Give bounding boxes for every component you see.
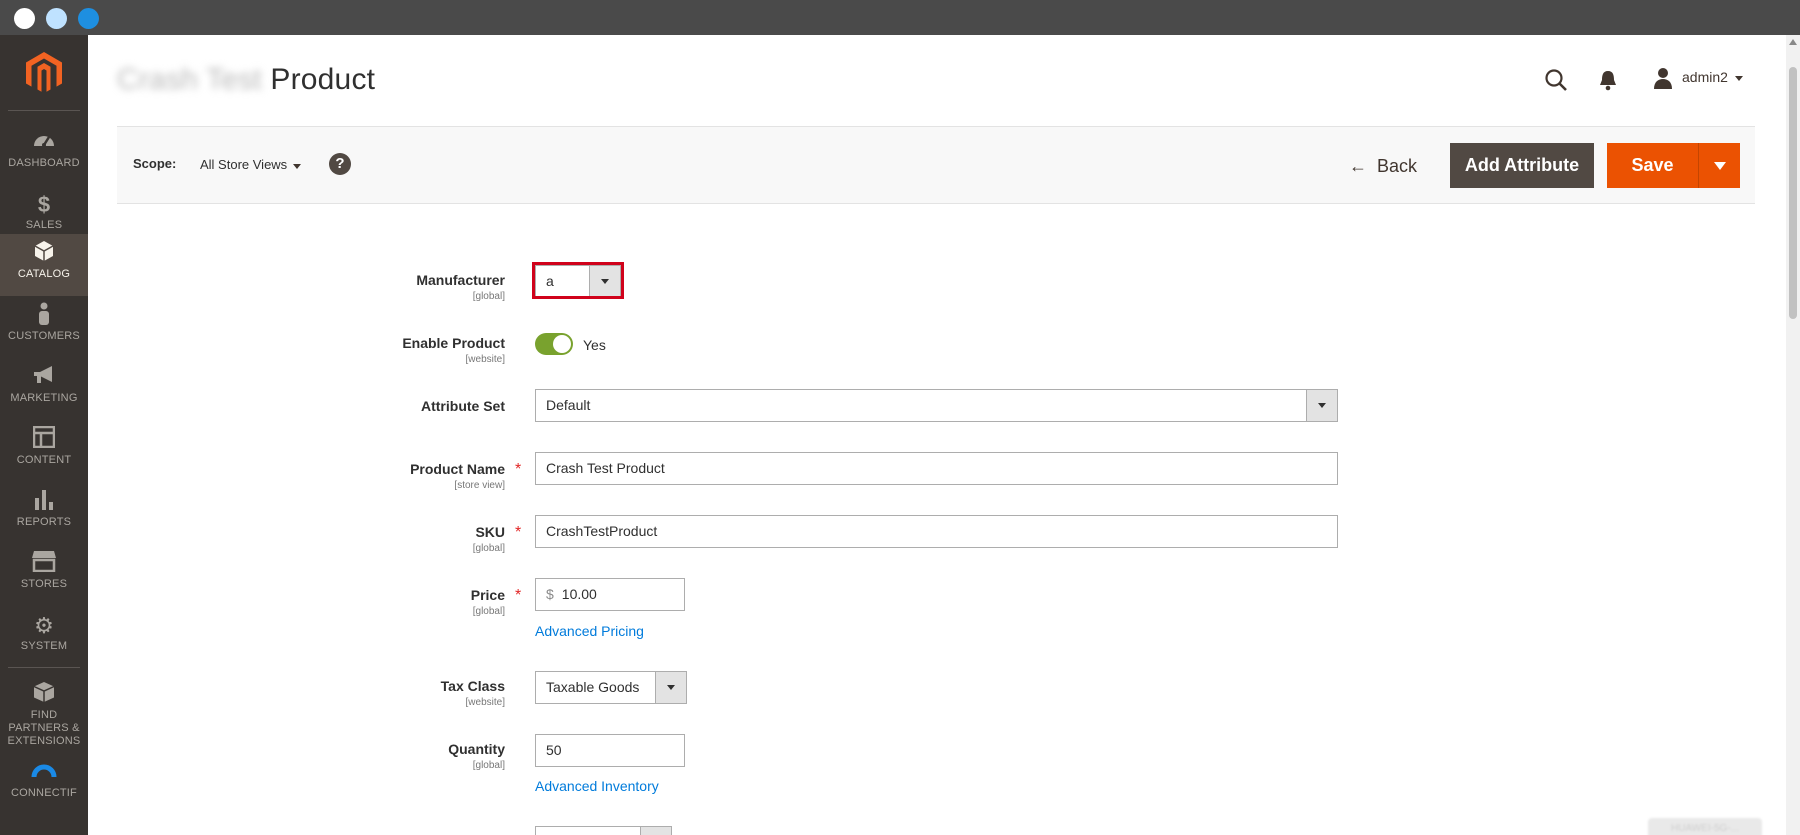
arrow-left-icon: ←: [1349, 156, 1367, 176]
user-menu-name[interactable]: admin2: [1682, 69, 1728, 85]
attribute-set-label: Attribute Set: [421, 398, 505, 414]
page-title-blurred-part: Crash Test: [117, 63, 262, 96]
price-value: 10.00: [561, 586, 597, 602]
required-asterisk: *: [515, 461, 522, 478]
cube-icon: [0, 240, 88, 268]
bell-icon[interactable]: [1599, 69, 1617, 96]
sku-scope: [global]: [472, 543, 505, 554]
sidebar-item-content[interactable]: CONTENT: [0, 420, 88, 482]
quantity-scope: [global]: [472, 760, 505, 771]
sidebar-divider: [8, 110, 80, 111]
stock-status-select[interactable]: [535, 826, 672, 835]
help-icon[interactable]: ?: [329, 153, 351, 175]
sidebar-item-marketing[interactable]: MARKETING: [0, 358, 88, 420]
tax-class-dropdown-button[interactable]: [655, 671, 687, 704]
stock-status-dropdown-button[interactable]: [640, 826, 672, 835]
sidebar-item-catalog[interactable]: CATALOG: [0, 234, 88, 296]
quantity-label: Quantity: [448, 741, 505, 757]
highlight-box: [532, 262, 624, 299]
scope-switcher[interactable]: All Store Views: [200, 157, 287, 172]
watermark: HUAWEI-5G-...: [1648, 818, 1762, 835]
enable-product-toggle[interactable]: [535, 333, 573, 355]
bar-chart-icon: [0, 488, 88, 516]
page-title-text: Product: [270, 63, 376, 96]
enable-product-label: Enable Product: [402, 335, 505, 351]
tax-class-scope: [website]: [465, 697, 505, 708]
sku-input[interactable]: CrashTestProduct: [535, 515, 1338, 548]
minimize-window-button[interactable]: [46, 8, 67, 29]
required-asterisk: *: [515, 587, 522, 604]
price-scope: [global]: [472, 606, 505, 617]
sidebar-item-dashboard[interactable]: DASHBOARD: [0, 123, 88, 185]
connectif-icon: [0, 759, 88, 787]
save-options-toggle[interactable]: [1698, 143, 1740, 188]
sidebar-divider: [8, 667, 80, 668]
manufacturer-scope: [global]: [472, 291, 505, 302]
chevron-down-icon: [667, 685, 675, 690]
chevron-down-icon: [1318, 403, 1326, 408]
back-label: Back: [1377, 156, 1418, 176]
dashboard-icon: [0, 129, 88, 157]
attribute-set-select[interactable]: Default: [535, 389, 1338, 422]
attribute-set-value: Default: [546, 397, 591, 413]
sidebar-item-reports[interactable]: REPORTS: [0, 482, 88, 544]
product-name-input[interactable]: Crash Test Product: [535, 452, 1338, 485]
zoom-window-button[interactable]: [78, 8, 99, 29]
save-button[interactable]: Save: [1607, 143, 1698, 188]
sku-label: SKU: [475, 524, 505, 540]
megaphone-icon: [0, 364, 88, 392]
enable-product-scope: [website]: [465, 354, 505, 365]
sidebar-item-stores[interactable]: STORES: [0, 544, 88, 606]
tax-class-value: Taxable Goods: [546, 679, 640, 695]
sidebar-item-system[interactable]: ⚙ SYSTEM: [0, 606, 88, 668]
sidebar-item-find-partners[interactable]: FIND PARTNERS & EXTENSIONS: [0, 675, 88, 747]
tax-class-select[interactable]: Taxable Goods: [535, 671, 687, 704]
box-icon: [0, 681, 88, 709]
window-titlebar: [0, 0, 1800, 35]
add-attribute-button[interactable]: Add Attribute: [1450, 143, 1594, 188]
tax-class-label: Tax Class: [440, 678, 505, 694]
advanced-inventory-link[interactable]: Advanced Inventory: [535, 778, 659, 794]
gear-icon: ⚙: [34, 613, 54, 638]
required-asterisk: *: [515, 524, 522, 541]
currency-symbol: $: [546, 586, 554, 602]
magento-logo-icon[interactable]: [24, 51, 64, 95]
price-label: Price: [470, 587, 505, 603]
search-icon[interactable]: [1544, 68, 1568, 97]
price-input[interactable]: $10.00: [535, 578, 685, 611]
manufacturer-label: Manufacturer: [416, 272, 505, 288]
chevron-down-icon[interactable]: [293, 164, 301, 169]
product-name-label: Product Name: [410, 461, 505, 477]
chevron-down-icon: [1714, 162, 1726, 170]
page-scrollbar[interactable]: [1786, 35, 1800, 835]
sidebar-item-connectif[interactable]: CONNECTIF: [0, 753, 88, 815]
store-icon: [0, 550, 88, 578]
close-window-button[interactable]: [14, 8, 35, 29]
advanced-pricing-link[interactable]: Advanced Pricing: [535, 623, 644, 639]
sidebar-item-customers[interactable]: CUSTOMERS: [0, 296, 88, 358]
admin-sidebar: DASHBOARD $ SALES CATALOG CUSTOMERS MARK…: [0, 35, 88, 835]
chevron-down-icon[interactable]: [1735, 76, 1743, 81]
page-actions-bar: Scope: All Store Views ? ← Back Add Attri…: [117, 126, 1755, 204]
scope-label: Scope:: [133, 156, 177, 171]
scroll-up-icon[interactable]: [1789, 39, 1797, 45]
product-name-scope: [store view]: [454, 480, 505, 491]
enable-product-value: Yes: [583, 337, 606, 353]
quantity-input[interactable]: 50: [535, 734, 685, 767]
scrollbar-thumb[interactable]: [1789, 67, 1797, 319]
toggle-knob: [553, 335, 571, 353]
person-icon: [0, 302, 88, 330]
layout-icon: [0, 425, 88, 454]
dollar-icon: $: [37, 192, 51, 217]
user-icon[interactable]: [1653, 67, 1673, 94]
page-title: Crash Test Product: [117, 63, 375, 97]
attribute-set-dropdown-button[interactable]: [1306, 389, 1338, 422]
back-button[interactable]: ← Back: [1349, 151, 1417, 181]
